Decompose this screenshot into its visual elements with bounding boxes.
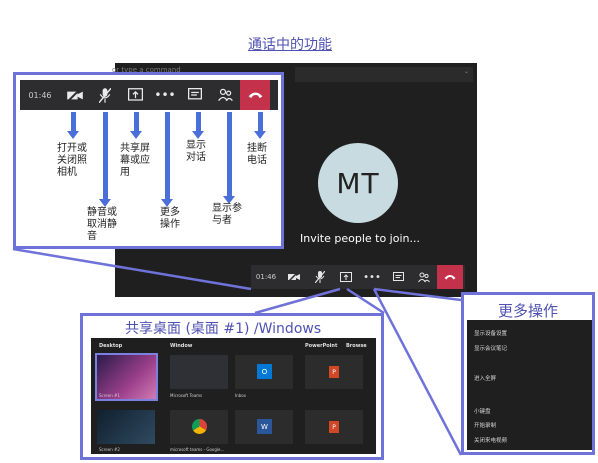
- chat-icon[interactable]: [385, 265, 411, 289]
- more-options-icon[interactable]: •••: [359, 265, 385, 289]
- arrow-mic: [99, 112, 111, 207]
- menu-item-device-settings[interactable]: 显示设备设置: [474, 329, 507, 337]
- powerpoint-tile-2[interactable]: P: [305, 410, 363, 444]
- tile-caption: Screen #1: [99, 393, 120, 398]
- share-header-desktop[interactable]: Desktop: [99, 343, 122, 349]
- label-mic: 静音或 取消静 音: [87, 207, 117, 242]
- arrow-more: [161, 112, 173, 207]
- label-more: 更多 操作: [160, 207, 180, 230]
- window-outlook-tile[interactable]: O: [235, 355, 293, 389]
- participants-icon[interactable]: [210, 80, 240, 110]
- arrow-share: [130, 112, 142, 139]
- powerpoint-icon: P: [329, 366, 339, 378]
- screen-2-tile[interactable]: [97, 410, 155, 444]
- arrow-hangup: [254, 112, 266, 139]
- share-title: 共享桌面 (桌面 #1) /Windows: [125, 321, 322, 337]
- share-screen-icon[interactable]: [333, 265, 359, 289]
- label-chat: 显示 对话: [186, 140, 206, 163]
- label-camera: 打开或 关闭照 相机: [57, 143, 87, 178]
- arrow-camera: [67, 112, 79, 139]
- call-toolbar-zoomed: 01:46 •••: [20, 80, 278, 110]
- call-timer: 01:46: [28, 90, 52, 100]
- arrow-chat: [192, 112, 204, 139]
- chevron-down-icon: ⌄: [464, 68, 470, 75]
- page-title: 通话中的功能: [248, 37, 332, 53]
- arrow-participants: [223, 112, 235, 204]
- invite-text[interactable]: Invite people to join...: [300, 232, 420, 245]
- menu-item-meeting-notes[interactable]: 显示会议笔记: [474, 344, 507, 352]
- participants-icon[interactable]: [411, 265, 437, 289]
- avatar: MT: [318, 143, 398, 223]
- menu-item-start-recording[interactable]: 开始录制: [474, 421, 496, 429]
- mic-off-icon[interactable]: [90, 80, 120, 110]
- window-teams-tile[interactable]: [170, 355, 228, 389]
- mic-off-icon[interactable]: [307, 265, 333, 289]
- chat-icon[interactable]: [180, 80, 210, 110]
- label-hangup: 挂断 电话: [247, 143, 267, 166]
- tile-caption: microsoft teams - Google...: [170, 447, 225, 452]
- hang-up-icon[interactable]: [437, 265, 463, 289]
- window-chrome-tile[interactable]: [170, 410, 228, 444]
- outlook-icon: O: [257, 364, 272, 379]
- camera-off-icon[interactable]: [281, 265, 307, 289]
- share-header-browse[interactable]: Browse: [346, 343, 367, 349]
- menu-item-fullscreen[interactable]: 进入全屏: [474, 374, 496, 382]
- label-share: 共享屏 幕或应 用: [120, 143, 150, 178]
- more-actions-title: 更多操作: [498, 302, 559, 320]
- tile-caption: Inbox: [235, 393, 246, 398]
- powerpoint-tile-1[interactable]: P: [305, 355, 363, 389]
- tile-caption: Screen #2: [99, 447, 120, 452]
- window-word-tile[interactable]: W: [235, 410, 293, 444]
- call-timer: 01:46: [255, 273, 277, 281]
- share-header-powerpoint[interactable]: PowerPoint: [305, 343, 337, 349]
- camera-off-icon[interactable]: [60, 80, 90, 110]
- command-bar[interactable]: [295, 67, 473, 82]
- share-header-window[interactable]: Window: [170, 343, 192, 349]
- menu-item-turn-off-video[interactable]: 关闭来电视频: [474, 436, 507, 444]
- menu-item-keypad[interactable]: 小键盘: [474, 407, 491, 415]
- share-screen-icon[interactable]: [120, 80, 150, 110]
- label-participants: 显示参 与者: [212, 203, 242, 226]
- hang-up-icon[interactable]: [240, 80, 270, 110]
- call-toolbar: 01:46 •••: [251, 265, 465, 289]
- chrome-icon: [192, 419, 207, 434]
- word-icon: W: [257, 419, 272, 434]
- more-options-icon[interactable]: •••: [150, 80, 180, 110]
- more-actions-menu: [467, 320, 592, 450]
- powerpoint-icon: P: [329, 421, 339, 433]
- tile-caption: Microsoft Teams: [170, 393, 203, 398]
